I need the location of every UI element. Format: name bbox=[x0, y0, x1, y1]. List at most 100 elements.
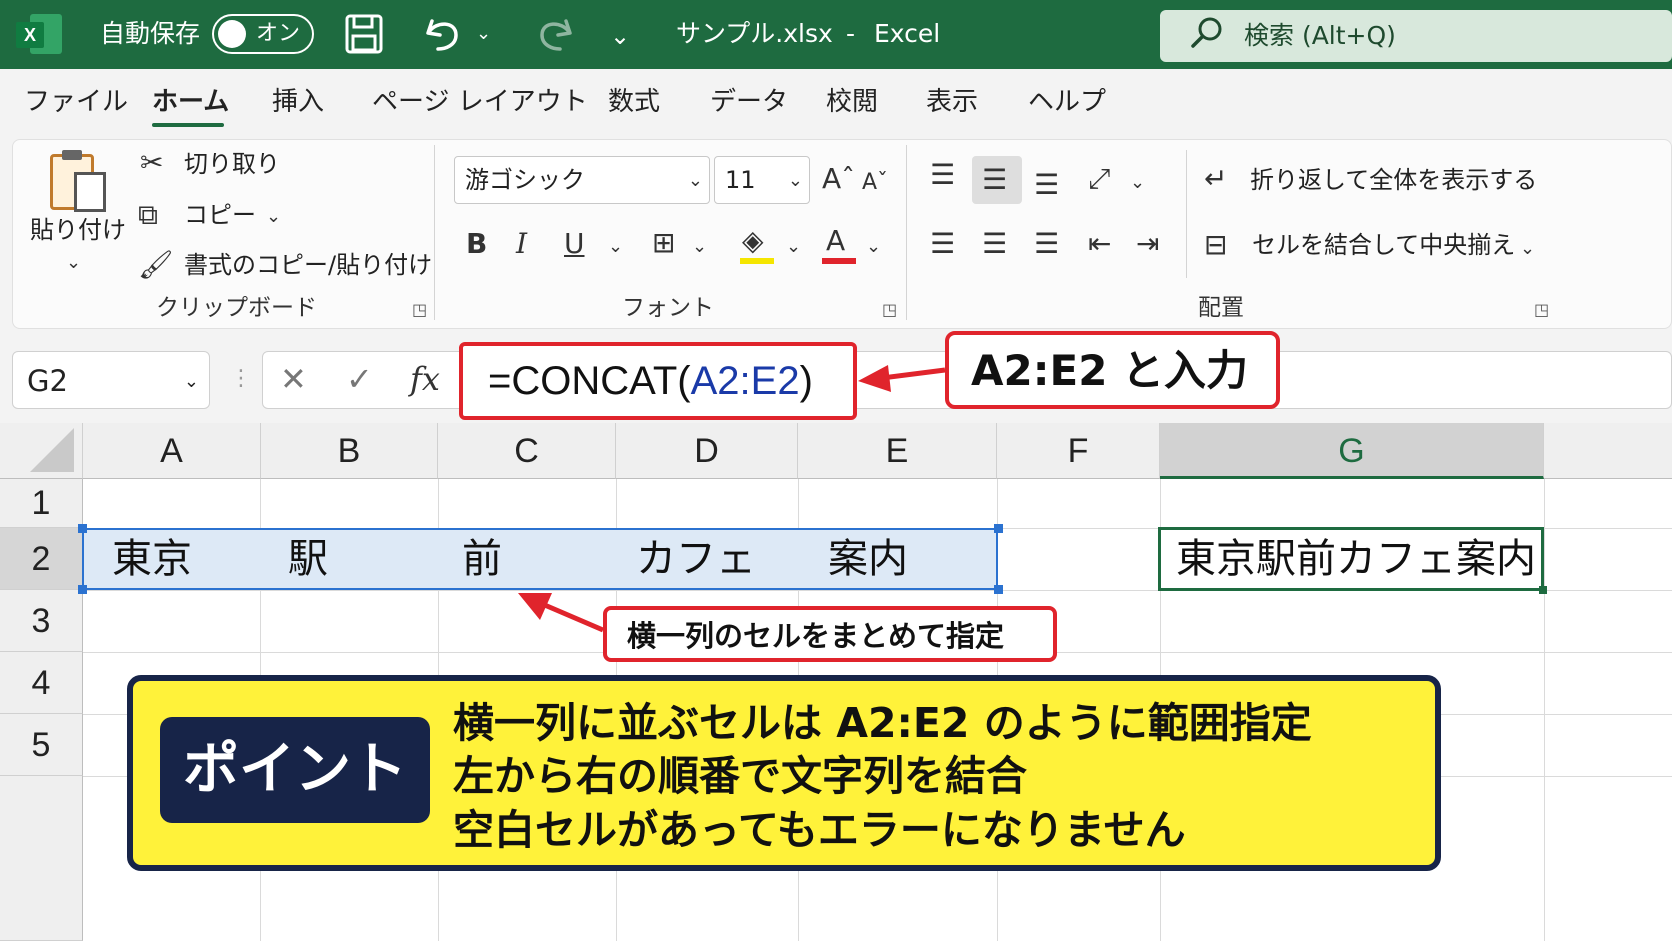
underline-dropdown-icon[interactable]: ⌄ bbox=[608, 230, 623, 264]
tab-insert[interactable]: 挿入 bbox=[272, 85, 324, 119]
tab-page-layout[interactable]: ページ レイアウト bbox=[372, 85, 588, 119]
merge-center-icon[interactable]: ⊟ bbox=[1204, 228, 1227, 262]
alignment-group-label: 配置 bbox=[1198, 295, 1244, 321]
cell-a2[interactable]: 東京 bbox=[112, 534, 192, 584]
tab-file[interactable]: ファイル bbox=[24, 85, 128, 119]
paste-dropdown-icon[interactable]: ⌄ bbox=[66, 246, 81, 280]
orientation-icon[interactable]: ⤢ bbox=[1088, 162, 1110, 196]
tab-home[interactable]: ホーム bbox=[152, 85, 229, 119]
cell-d2[interactable]: カフェ bbox=[636, 534, 756, 584]
formula-callout-text: A2:E2 と入力 bbox=[971, 346, 1249, 395]
cell-e2[interactable]: 案内 bbox=[828, 534, 908, 584]
column-header-e[interactable]: E bbox=[798, 423, 997, 479]
row-header-4[interactable]: 4 bbox=[0, 652, 83, 714]
row-header-3[interactable]: 3 bbox=[0, 590, 83, 652]
ribbon-separator bbox=[434, 145, 435, 320]
row-header-1[interactable]: 1 bbox=[0, 479, 83, 528]
clipboard-launcher-icon[interactable]: ◳ bbox=[412, 300, 427, 319]
merge-dropdown-icon[interactable]: ⌄ bbox=[1520, 232, 1535, 266]
copy-icon[interactable]: ⧉ bbox=[138, 198, 158, 232]
column-header-blank bbox=[1544, 423, 1672, 479]
borders-dropdown-icon[interactable]: ⌄ bbox=[692, 230, 707, 264]
cut-button[interactable]: 切り取り bbox=[184, 148, 280, 180]
font-launcher-icon[interactable]: ◳ bbox=[882, 300, 897, 319]
font-size-value: 11 bbox=[725, 166, 756, 194]
search-icon bbox=[1190, 16, 1224, 61]
align-center-icon[interactable]: ☰ bbox=[982, 227, 1007, 261]
column-header-a[interactable]: A bbox=[83, 423, 261, 479]
font-color-icon[interactable]: A bbox=[826, 224, 845, 258]
formula-bar-grip-icon[interactable]: ⋮ bbox=[230, 366, 252, 391]
redo-icon[interactable] bbox=[532, 13, 576, 66]
tab-review[interactable]: 校閲 bbox=[826, 85, 878, 119]
autosave-toggle[interactable]: オン bbox=[212, 14, 314, 54]
selection-handle[interactable] bbox=[78, 524, 87, 533]
increase-font-size-icon[interactable]: Aˆ bbox=[822, 162, 855, 196]
font-group-label: フォント bbox=[622, 295, 714, 321]
copy-dropdown-icon[interactable]: ⌄ bbox=[266, 200, 281, 234]
paste-button[interactable]: 貼り付け bbox=[30, 214, 126, 246]
cancel-icon[interactable]: ✕ bbox=[280, 359, 307, 399]
decrease-indent-icon[interactable]: ⇤ bbox=[1088, 227, 1111, 261]
column-header-d[interactable]: D bbox=[616, 423, 798, 479]
selection-handle[interactable] bbox=[78, 585, 87, 594]
selection-handle[interactable] bbox=[994, 524, 1003, 533]
paste-icon[interactable] bbox=[50, 150, 110, 214]
align-right-icon[interactable]: ☰ bbox=[1034, 227, 1059, 261]
column-header-b[interactable]: B bbox=[261, 423, 438, 479]
formula-text[interactable]: =CONCAT(A2:E2) bbox=[488, 356, 813, 406]
font-color-dropdown-icon[interactable]: ⌄ bbox=[866, 230, 881, 264]
increase-indent-icon[interactable]: ⇥ bbox=[1136, 227, 1159, 261]
underline-button[interactable]: U bbox=[564, 227, 585, 261]
column-header-f[interactable]: F bbox=[997, 423, 1160, 479]
font-name-select[interactable]: 游ゴシック ⌄ bbox=[454, 156, 710, 204]
merge-center-button[interactable]: セルを結合して中央揃え bbox=[1252, 229, 1515, 261]
cut-icon[interactable]: ✂ bbox=[140, 146, 163, 180]
align-middle-icon: ☰ bbox=[982, 163, 1008, 196]
fill-handle[interactable] bbox=[1539, 586, 1547, 594]
formula-suffix: ) bbox=[799, 359, 813, 403]
chevron-down-icon: ⌄ bbox=[787, 170, 803, 191]
align-left-icon[interactable]: ☰ bbox=[930, 227, 955, 261]
column-header-c[interactable]: C bbox=[438, 423, 616, 479]
point-line-3: 空白セルがあってもエラーになりません bbox=[453, 806, 1186, 854]
wrap-text-icon[interactable]: ↵ bbox=[1204, 162, 1227, 196]
name-box[interactable]: G2 ⌄ bbox=[12, 351, 210, 409]
borders-icon[interactable]: ⊞ bbox=[652, 226, 675, 260]
tab-view[interactable]: 表示 bbox=[926, 85, 978, 119]
tab-help[interactable]: ヘルプ bbox=[1028, 85, 1106, 119]
copy-button[interactable]: コピー bbox=[184, 199, 256, 231]
undo-icon[interactable] bbox=[422, 13, 466, 66]
ribbon-separator bbox=[1186, 150, 1187, 278]
format-painter-icon[interactable]: 🖌 bbox=[138, 248, 174, 282]
save-icon[interactable] bbox=[344, 13, 384, 66]
tab-formulas[interactable]: 数式 bbox=[608, 85, 660, 119]
format-painter-button[interactable]: 書式のコピー/貼り付け bbox=[184, 249, 432, 281]
align-top-icon[interactable]: ☰ bbox=[930, 158, 955, 192]
decrease-font-size-icon[interactable]: Aˇ bbox=[862, 166, 888, 200]
cell-c2[interactable]: 前 bbox=[462, 534, 502, 584]
enter-icon[interactable]: ✓ bbox=[346, 359, 373, 399]
cell-b2[interactable]: 駅 bbox=[288, 534, 328, 584]
row-header-5[interactable]: 5 bbox=[0, 714, 83, 776]
tab-data[interactable]: データ bbox=[710, 85, 788, 119]
row-header-2[interactable]: 2 bbox=[0, 528, 83, 590]
insert-function-icon[interactable]: fx bbox=[410, 359, 440, 399]
select-all-corner[interactable] bbox=[0, 423, 83, 479]
column-header-g[interactable]: G bbox=[1160, 423, 1544, 479]
title-separator: - bbox=[846, 19, 856, 48]
selection-handle[interactable] bbox=[994, 585, 1003, 594]
cell-g2: 東京駅前カフェ案内 bbox=[1176, 536, 1536, 582]
search-box[interactable]: 検索 (Alt+Q) bbox=[1160, 10, 1672, 62]
wrap-text-button[interactable]: 折り返して全体を表示する bbox=[1250, 164, 1537, 196]
customize-icon[interactable]: ⌄ bbox=[610, 16, 630, 56]
undo-dropdown-icon[interactable]: ⌄ bbox=[476, 14, 491, 54]
italic-button[interactable]: I bbox=[516, 227, 527, 261]
orientation-dropdown-icon[interactable]: ⌄ bbox=[1130, 166, 1145, 200]
font-size-select[interactable]: 11 ⌄ bbox=[714, 156, 810, 204]
fill-color-icon[interactable]: ◈ bbox=[742, 224, 764, 258]
align-bottom-icon[interactable]: ☰ bbox=[1034, 168, 1059, 202]
fill-color-dropdown-icon[interactable]: ⌄ bbox=[786, 230, 801, 264]
alignment-launcher-icon[interactable]: ◳ bbox=[1534, 300, 1549, 319]
bold-button[interactable]: B bbox=[466, 227, 487, 261]
